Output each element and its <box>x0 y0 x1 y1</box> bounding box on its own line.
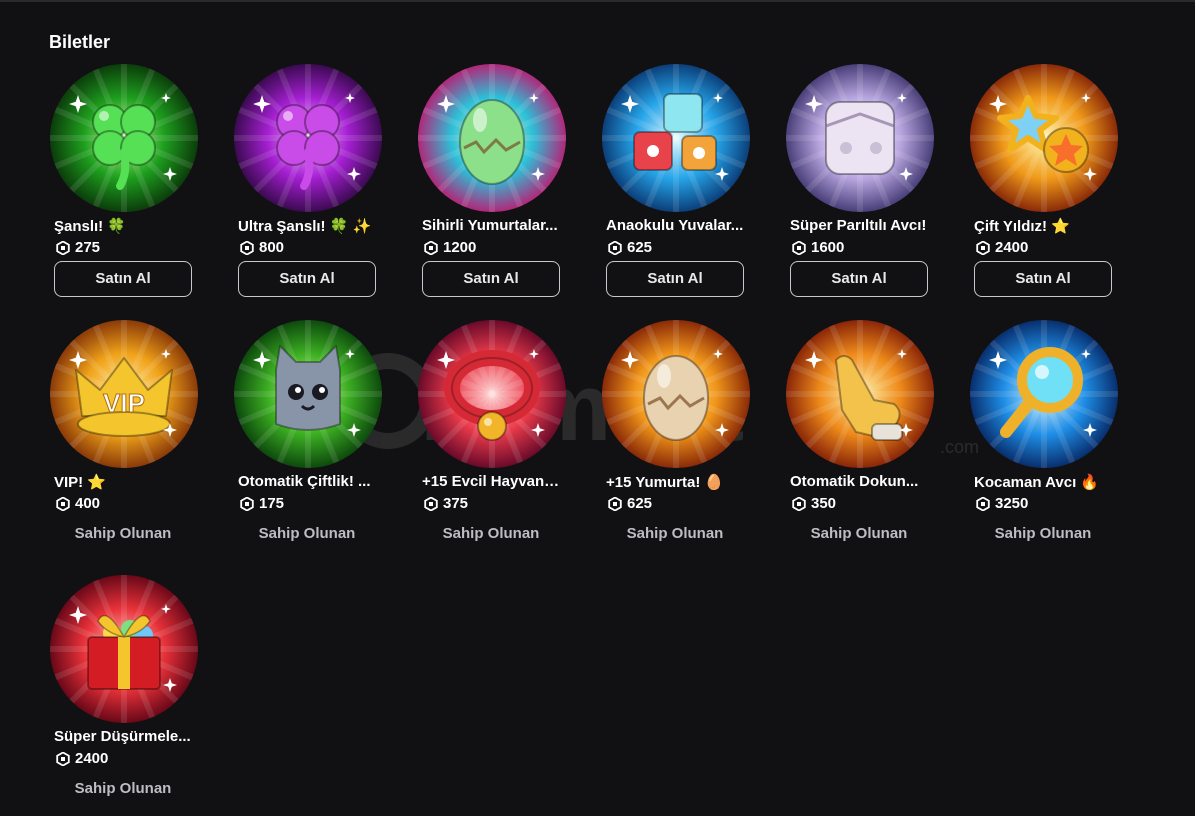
buy-button[interactable]: Satın Al <box>790 261 928 297</box>
buy-button[interactable]: Satın Al <box>606 261 744 297</box>
buy-button[interactable]: Satın Al <box>422 261 560 297</box>
owned-label: Sahip Olunan <box>74 780 172 797</box>
ticket-title: Kocaman Avcı 🔥 <box>974 474 1100 491</box>
double-star-icon[interactable] <box>970 64 1118 212</box>
buy-button[interactable]: Satın Al <box>54 261 192 297</box>
tap-hand-icon[interactable] <box>786 320 934 468</box>
owned-label: Sahip Olunan <box>74 525 172 542</box>
buy-button[interactable]: Satın Al <box>974 261 1112 297</box>
cat-pet-icon[interactable] <box>234 320 382 468</box>
robux-icon <box>56 240 70 255</box>
robux-icon <box>424 240 438 255</box>
robux-icon <box>56 751 70 766</box>
price-row: 2400 <box>56 750 108 767</box>
owned-label: Sahip Olunan <box>258 525 356 542</box>
robux-icon <box>792 496 806 511</box>
ticket-price: 1200 <box>443 239 477 256</box>
owned-label: Sahip Olunan <box>810 525 908 542</box>
ticket-price: 2400 <box>995 239 1029 256</box>
robux-icon <box>240 240 254 255</box>
ultra-clover-icon[interactable] <box>234 64 382 212</box>
ticket-price: 2400 <box>75 750 109 767</box>
price-row: 350 <box>792 495 836 512</box>
gift-box-icon[interactable] <box>50 575 198 723</box>
magic-egg-icon[interactable] <box>418 64 566 212</box>
section-title: Biletler <box>49 32 111 52</box>
price-row: 400 <box>56 495 100 512</box>
ticket-title: VIP! ⭐ <box>54 474 107 491</box>
vip-crown-icon[interactable]: VIP <box>50 320 198 468</box>
price-row: 275 <box>56 239 100 256</box>
top-divider <box>0 0 1195 2</box>
ticket-title: Süper Parıltılı Avcı! <box>790 217 927 234</box>
magnifier-icon[interactable] <box>970 320 1118 468</box>
robux-icon <box>792 240 806 255</box>
ticket-price: 1600 <box>811 239 845 256</box>
ticket-title: Süper Düşürmele... <box>54 728 191 745</box>
ticket-title: Çift Yıldız! ⭐ <box>974 218 1070 235</box>
price-row: 375 <box>424 495 468 512</box>
ticket-price: 175 <box>259 495 285 512</box>
ticket-price: 3250 <box>995 495 1029 512</box>
ticket-price: 375 <box>443 495 469 512</box>
svg-text:VIP: VIP <box>103 388 145 418</box>
robux-icon <box>976 240 990 255</box>
toy-blocks-icon[interactable] <box>602 64 750 212</box>
ticket-title: Sihirli Yumurtalar... <box>422 217 558 234</box>
price-row: 1200 <box>424 239 476 256</box>
robux-icon <box>56 496 70 511</box>
robux-icon <box>608 240 622 255</box>
ticket-title: Şanslı! 🍀 <box>54 218 127 235</box>
clover-icon[interactable] <box>50 64 198 212</box>
robux-icon <box>240 496 254 511</box>
ticket-price: 275 <box>75 239 101 256</box>
ticket-title: +15 Evcil Hayvan! ... <box>422 473 564 490</box>
price-row: 625 <box>608 495 652 512</box>
ticket-title: Otomatik Dokun... <box>790 473 919 490</box>
price-row: 1600 <box>792 239 844 256</box>
price-row: 175 <box>240 495 284 512</box>
ticket-title: Otomatik Çiftlik! ... <box>238 473 371 490</box>
ticket-title: Anaokulu Yuvalar... <box>606 217 744 234</box>
price-row: 3250 <box>976 495 1028 512</box>
robux-icon <box>608 496 622 511</box>
owned-label: Sahip Olunan <box>626 525 724 542</box>
ticket-price: 400 <box>75 495 101 512</box>
shiny-dice-icon[interactable] <box>786 64 934 212</box>
price-row: 625 <box>608 239 652 256</box>
ticket-price: 625 <box>627 495 653 512</box>
owned-label: Sahip Olunan <box>442 525 540 542</box>
robux-icon <box>424 496 438 511</box>
ticket-title: +15 Yumurta! 🥚 <box>606 474 724 491</box>
buy-button[interactable]: Satın Al <box>238 261 376 297</box>
pet-collar-icon[interactable] <box>418 320 566 468</box>
ticket-price: 800 <box>259 239 285 256</box>
robux-icon <box>976 496 990 511</box>
ticket-price: 350 <box>811 495 837 512</box>
ticket-title: Ultra Şanslı! 🍀 ✨ <box>238 218 372 235</box>
price-row: 2400 <box>976 239 1028 256</box>
egg-icon[interactable] <box>602 320 750 468</box>
owned-label: Sahip Olunan <box>994 525 1092 542</box>
ticket-price: 625 <box>627 239 653 256</box>
price-row: 800 <box>240 239 284 256</box>
